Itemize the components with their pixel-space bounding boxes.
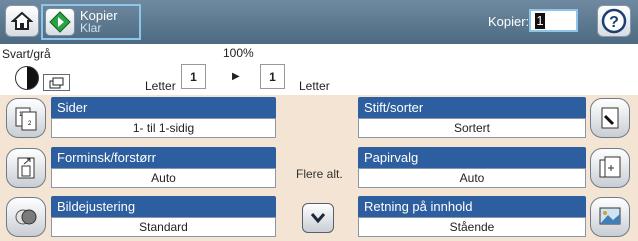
staple-icon xyxy=(590,98,630,138)
option-title: Retning på innhold xyxy=(358,196,586,217)
color-mode-label: Svart/grå xyxy=(2,47,51,61)
paper-select-icon xyxy=(590,148,630,188)
option-title: Papirvalg xyxy=(358,147,586,168)
top-bar: Kopier Klar Kopier: 1 ? xyxy=(0,0,638,44)
arrow-right-icon: ▶ xyxy=(232,71,240,82)
image-adjust-icon xyxy=(6,197,46,237)
pages-icon: 1 2 xyxy=(6,98,46,138)
option-value: 1- til 1-sidig xyxy=(51,118,276,138)
option-title: Sider xyxy=(51,97,276,118)
start-copy-button[interactable] xyxy=(45,8,75,36)
svg-text:?: ? xyxy=(609,14,619,31)
option-resize[interactable]: Forminsk/forstørr Auto xyxy=(6,147,276,189)
output-tray-button[interactable]: 1 xyxy=(260,64,285,89)
option-value: Auto xyxy=(358,168,586,188)
option-staple-collate[interactable]: Stift/sorter Sortert xyxy=(358,97,630,139)
help-icon: ? xyxy=(601,8,627,34)
paper-out-label: Letter xyxy=(299,79,330,93)
home-button[interactable] xyxy=(5,5,39,37)
option-title: Bildejustering xyxy=(51,196,276,217)
copy-screen: Kopier Klar Kopier: 1 ? Svart/grå 100% L… xyxy=(0,0,638,241)
status-subtitle: Klar xyxy=(80,21,102,35)
option-orientation[interactable]: Retning på innhold Stående xyxy=(358,196,630,238)
option-value: Auto xyxy=(51,168,276,188)
preview-button[interactable] xyxy=(43,74,70,91)
zoom-label: 100% xyxy=(223,46,254,60)
start-copy-icon xyxy=(49,11,71,33)
scroll-down-button[interactable] xyxy=(302,203,334,233)
status-text: Kopier Klar xyxy=(80,9,118,35)
orientation-icon xyxy=(590,197,630,237)
option-sides[interactable]: 1 2 Sider 1- til 1-sidig xyxy=(6,97,276,139)
option-value: Sortert xyxy=(358,118,586,138)
option-title: Forminsk/forstørr xyxy=(51,147,276,168)
home-icon xyxy=(11,11,33,30)
preview-icon xyxy=(49,77,63,88)
copies-count-value: 1 xyxy=(535,12,545,29)
help-button[interactable]: ? xyxy=(597,5,631,37)
more-options-label: Flere alt. xyxy=(296,167,343,181)
option-value: Stående xyxy=(358,217,586,237)
option-value: Standard xyxy=(51,217,276,237)
input-tray-button[interactable]: 1 xyxy=(181,64,206,89)
status-area: Kopier Klar xyxy=(41,4,141,40)
option-paper-select[interactable]: Papirvalg Auto xyxy=(358,147,630,189)
chevron-down-icon xyxy=(310,213,326,224)
copies-count-field[interactable]: 1 xyxy=(529,9,578,32)
copy-settings-row: Svart/grå 100% Letter 1 ▶ 1 Letter xyxy=(0,44,638,95)
option-image-adjust[interactable]: Bildejustering Standard xyxy=(6,196,276,238)
resize-icon xyxy=(6,148,46,188)
copies-label: Kopier: xyxy=(488,14,530,29)
color-mode-icon[interactable] xyxy=(15,66,39,90)
option-title: Stift/sorter xyxy=(358,97,586,118)
paper-in-label: Letter xyxy=(145,79,176,93)
